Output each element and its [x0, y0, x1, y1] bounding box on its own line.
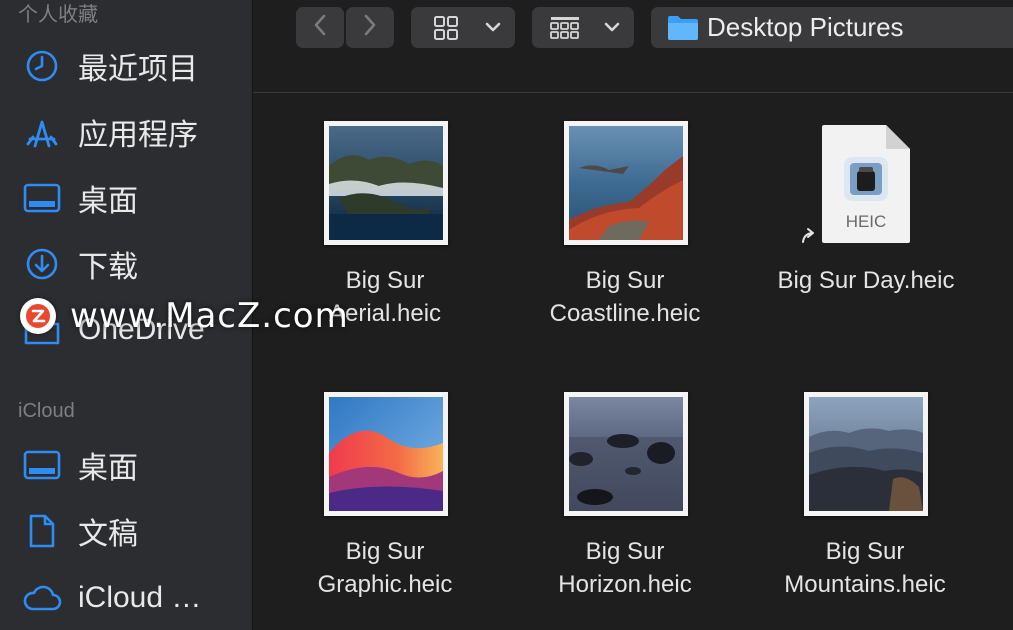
file-name: Big Sur — [345, 267, 425, 294]
file-name: Horizon.heic — [558, 571, 692, 598]
document-icon — [22, 511, 62, 551]
grid-icon — [433, 15, 459, 46]
image-thumbnail — [564, 392, 688, 516]
chevron-right-icon — [362, 13, 378, 42]
group-grid-icon — [550, 16, 580, 45]
image-thumbnail — [804, 392, 928, 516]
sidebar-item-label: 文稿 — [78, 518, 138, 551]
toolbar: Desktop Pictures — [253, 0, 1013, 93]
applications-icon — [22, 112, 62, 152]
favorites-section-title: 个人收藏 — [18, 4, 98, 26]
image-thumbnail — [324, 121, 448, 245]
sidebar-item-label: iCloud … — [78, 581, 202, 614]
group-button[interactable] — [532, 7, 634, 48]
sidebar-item-applications[interactable]: 应用程序 — [0, 104, 252, 160]
file-name: Big Sur — [345, 538, 425, 565]
sidebar-item-icloud-drive[interactable]: iCloud … — [0, 570, 252, 626]
sidebar-item-recents[interactable]: 最近项目 — [0, 38, 252, 94]
sidebar-item-label: 应用程序 — [78, 119, 198, 152]
chevron-down-icon — [485, 20, 501, 39]
heic-badge: HEIC — [845, 212, 887, 231]
folder-icon — [22, 310, 62, 350]
sidebar-item-label: 桌面 — [78, 185, 138, 218]
file-name: Big Sur Day.heic — [777, 267, 955, 294]
chevron-down-icon — [604, 20, 620, 39]
file-name: Aerial.heic — [328, 300, 442, 327]
forward-button[interactable] — [346, 7, 394, 48]
sidebar-item-label: OneDrive — [78, 313, 205, 346]
file-name: Big Sur — [585, 267, 665, 294]
sidebar: 个人收藏 最近项目 应用程序 桌面 下载 OneDrive iCloud 桌面 … — [0, 0, 253, 630]
chevron-left-icon — [312, 13, 328, 42]
file-grid: Big Sur Aerial.heic Big Sur Coastline.he… — [253, 93, 1013, 630]
path-label: Desktop Pictures — [707, 12, 904, 42]
cloud-icon — [22, 578, 62, 618]
file-name: Big Sur — [825, 538, 905, 565]
image-thumbnail — [324, 392, 448, 516]
file-name: Mountains.heic — [784, 571, 946, 598]
sidebar-item-label: 桌面 — [78, 452, 138, 485]
sidebar-item-downloads[interactable]: 下载 — [0, 236, 252, 292]
path-popup[interactable]: Desktop Pictures — [651, 7, 1013, 48]
folder-icon — [667, 15, 699, 41]
alias-arrow-icon — [798, 225, 820, 252]
sidebar-item-label: 下载 — [78, 251, 138, 284]
clock-icon — [22, 46, 62, 86]
view-mode-button[interactable] — [411, 7, 515, 48]
image-thumbnail — [564, 121, 688, 245]
download-icon — [22, 244, 62, 284]
sidebar-item-icloud-desktop[interactable]: 桌面 — [0, 437, 252, 493]
file-name: Graphic.heic — [317, 571, 453, 598]
back-button[interactable] — [296, 7, 344, 48]
sidebar-item-desktop[interactable]: 桌面 — [0, 170, 252, 226]
file-name: Big Sur — [585, 538, 665, 565]
desktop-icon — [22, 178, 62, 218]
sidebar-item-icloud-documents[interactable]: 文稿 — [0, 503, 252, 559]
sidebar-item-onedrive[interactable]: OneDrive — [0, 302, 252, 358]
icloud-section-title: iCloud — [18, 400, 75, 422]
heic-document-icon: HEIC — [820, 123, 912, 245]
desktop-icon — [22, 445, 62, 485]
sidebar-item-label: 最近项目 — [78, 53, 198, 86]
file-name: Coastline.heic — [549, 300, 701, 327]
